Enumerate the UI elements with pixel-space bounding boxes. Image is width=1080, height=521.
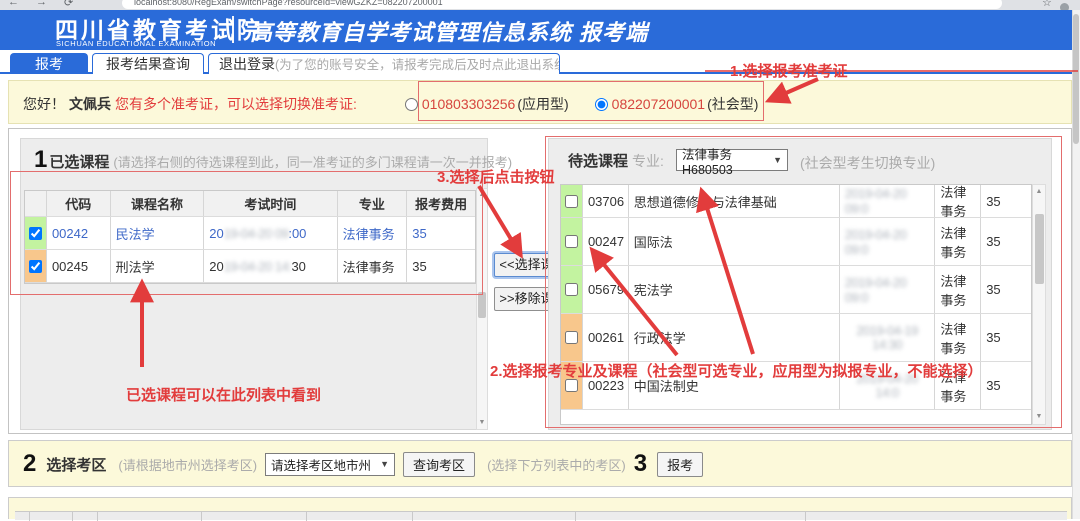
selected-courses-table: 代码 课程名称 考试时间 专业 报考费用 00242 民法学 2019-04-2… bbox=[24, 190, 476, 284]
annotation-step1: 1.选择报考准考证 bbox=[730, 60, 848, 81]
ticket-option-applied[interactable]: 010803303256 (应用型) bbox=[405, 94, 569, 114]
window-scrollbar-thumb[interactable] bbox=[1073, 14, 1079, 144]
ticket-option-social[interactable]: 082207200001 (社会型) bbox=[595, 94, 759, 114]
step-1-number: 1 bbox=[34, 146, 47, 174]
browser-toolbar: ← → ⟳ localhost:8080/RegExam/switchPage?… bbox=[0, 0, 1080, 10]
available-courses-table: 03706 思想道德修养与法律基础 2019-04-20 09:0 法律事务 3… bbox=[560, 184, 1032, 425]
table-row-05679[interactable]: 05679 宪法学 2019-04-20 09:0 法律事务 35 bbox=[561, 266, 1031, 314]
bookmark-star-icon[interactable]: ☆ bbox=[1042, 0, 1052, 9]
ticket-radio-group: 010803303256 (应用型) 082207200001 (社会型) bbox=[405, 94, 785, 114]
exam-time-redacted: 2019-04-20 09:0 bbox=[840, 266, 936, 313]
reload-icon[interactable]: ⟳ bbox=[64, 0, 73, 9]
table-row-00261[interactable]: 00261 行政法学 2019-04-1914:30 法律事务 35 bbox=[561, 314, 1031, 362]
ticket-switch-message: 您有多个准考证，可以选择切换准考证: bbox=[115, 94, 357, 114]
notice-bar: 您好！ 文佩兵 您有多个准考证，可以选择切换准考证: 010803303256 … bbox=[8, 80, 1072, 124]
table-row-00247[interactable]: 00247 国际法 2019-04-20 09:0 法律事务 35 bbox=[561, 218, 1031, 266]
major-select[interactable]: 法律事务H680503 ▼ bbox=[676, 149, 788, 171]
chevron-down-icon: ▼ bbox=[773, 155, 782, 165]
logout-note: (为了您的账号安全，请报考完成后及时点此退出系统!) bbox=[275, 58, 560, 72]
course-checkbox-03706[interactable] bbox=[565, 195, 578, 208]
ticket-radio-social[interactable] bbox=[595, 98, 608, 111]
table-row-00245[interactable]: 00245 刑法学 2019-04-20 14:30 法律事务 35 bbox=[25, 250, 475, 283]
annotation-selected-list: 已选课程可以在此列表中看到 bbox=[126, 384, 321, 405]
system-title: 高等教育自学考试管理信息系统 报考端 bbox=[250, 15, 648, 47]
greeting-text: 您好！ bbox=[23, 94, 65, 114]
course-checkbox-00247[interactable] bbox=[565, 235, 578, 248]
url-text: localhost:8080/RegExam/switchPage?resour… bbox=[134, 0, 443, 7]
major-switch-note: (社会型考生切换专业) bbox=[800, 153, 935, 173]
submit-baokao-button[interactable]: 报考 bbox=[657, 452, 703, 477]
table-row-00242[interactable]: 00242 民法学 2019-04-20 09:00 法律事务 35 bbox=[25, 217, 475, 250]
scroll-down-icon[interactable]: ▼ bbox=[1033, 412, 1045, 422]
scroll-up-icon[interactable]: ▲ bbox=[1033, 187, 1045, 197]
header-divider bbox=[232, 16, 234, 43]
exam-area-bar: 2 选择考区 (请根据地市州选择考区) 请选择考区地市州 ▼ 查询考区 (选择下… bbox=[8, 440, 1072, 487]
back-icon[interactable]: ← bbox=[8, 0, 19, 8]
annotation-step3: 3.选择后点击按钮 bbox=[437, 166, 555, 187]
available-courses-header: 待选课程 专业: bbox=[568, 150, 664, 171]
available-scrollbar-thumb[interactable] bbox=[1035, 214, 1044, 284]
course-checkbox-00261[interactable] bbox=[565, 331, 578, 344]
tab-bar: 报考 报考结果查询 退出登录(为了您的账号安全，请报考完成后及时点此退出系统!) bbox=[0, 50, 1080, 74]
course-checkbox-00242[interactable] bbox=[29, 227, 42, 240]
selected-table-header: 代码 课程名称 考试时间 专业 报考费用 bbox=[25, 191, 475, 217]
address-bar[interactable]: localhost:8080/RegExam/switchPage?resour… bbox=[122, 0, 1002, 9]
exam-time-redacted: 2019-04-20 09:00 bbox=[204, 217, 337, 249]
exam-time-redacted: 2019-04-20 09:0 bbox=[840, 185, 936, 217]
area-result-panel bbox=[8, 497, 1072, 519]
user-name: 文佩兵 bbox=[69, 94, 111, 114]
query-area-button[interactable]: 查询考区 bbox=[403, 452, 475, 477]
course-checkbox-05679[interactable] bbox=[565, 283, 578, 296]
profile-avatar[interactable] bbox=[1060, 3, 1069, 10]
area-select[interactable]: 请选择考区地市州 ▼ bbox=[265, 453, 395, 476]
table-row-03706[interactable]: 03706 思想道德修养与法律基础 2019-04-20 09:0 法律事务 3… bbox=[561, 185, 1031, 218]
forward-icon[interactable]: → bbox=[36, 0, 47, 8]
scroll-up-icon[interactable]: ▲ bbox=[477, 190, 487, 200]
step-2-number: 2 bbox=[23, 450, 36, 478]
ticket-radio-applied[interactable] bbox=[405, 98, 418, 111]
course-checkbox-00245[interactable] bbox=[29, 260, 42, 273]
chevron-down-icon: ▼ bbox=[380, 459, 389, 469]
exam-time-redacted: 2019-04-20 14:30 bbox=[204, 250, 337, 282]
step-3-number: 3 bbox=[634, 450, 647, 478]
left-scrollbar-thumb[interactable] bbox=[478, 292, 486, 318]
annotation-step2: 2.选择报考专业及课程（社会型可选专业，应用型为拟报专业，不能选择） bbox=[490, 360, 983, 381]
org-logo-subtext: SICHUAN EDUCATIONAL EXAMINATION bbox=[56, 39, 216, 48]
scroll-down-icon[interactable]: ▼ bbox=[477, 418, 487, 428]
exam-time-redacted: 2019-04-20 09:0 bbox=[840, 218, 936, 265]
tab-baokao[interactable]: 报考 bbox=[10, 53, 88, 74]
tab-logout[interactable]: 退出登录(为了您的账号安全，请报考完成后及时点此退出系统!) bbox=[208, 53, 560, 74]
tab-result-query[interactable]: 报考结果查询 bbox=[92, 53, 204, 74]
app-header: 四川省教育考试院 SICHUAN EDUCATIONAL EXAMINATION… bbox=[0, 10, 1080, 50]
exam-time-redacted: 2019-04-1914:30 bbox=[840, 314, 936, 361]
